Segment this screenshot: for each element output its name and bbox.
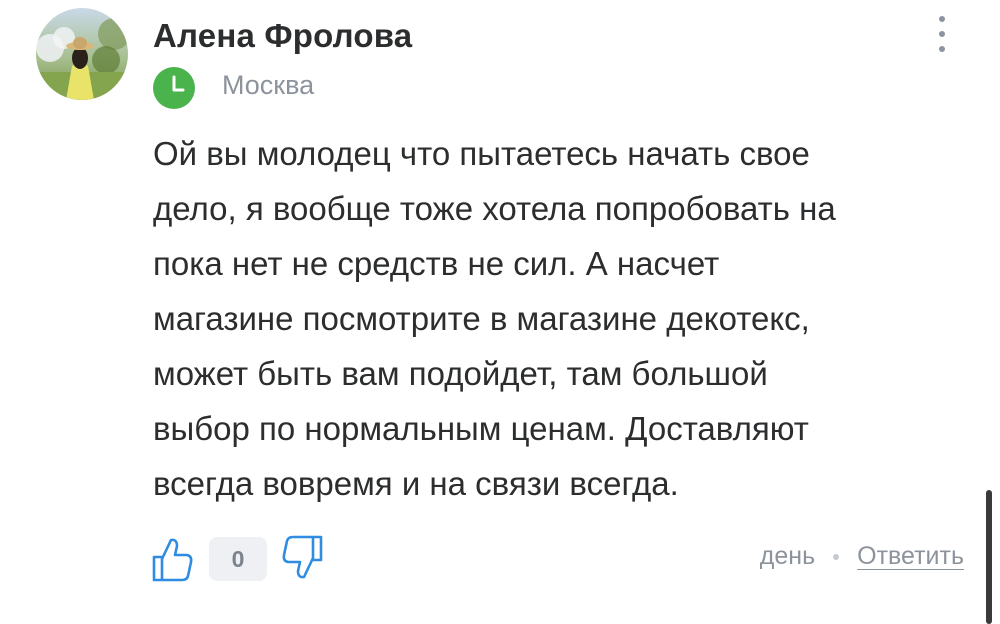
clock-icon: [153, 67, 195, 109]
author-name[interactable]: Алена Фролова: [153, 17, 412, 55]
more-options-button[interactable]: [928, 14, 956, 54]
thumbs-down-icon: [282, 535, 323, 579]
comment-line: всегда вовремя и на связи всегда.: [153, 465, 679, 502]
separator-dot: [833, 554, 840, 561]
comment-line: магазине посмотрите в магазине декотекс,: [153, 300, 810, 337]
more-dot-icon: [939, 31, 945, 37]
comment-line: дело, я вообще тоже хотела попробовать н…: [153, 190, 836, 227]
comment-line: может быть вам подойдет, там большой: [153, 355, 768, 392]
thumbs-up-icon: [152, 538, 193, 582]
likes-count: 0: [209, 537, 267, 581]
comment-text: Ой вы молодец что пытаетесь начать свое …: [153, 126, 953, 511]
scrollbar[interactable]: [986, 490, 992, 624]
comment-line: пока нет не средств не сил. А насчет: [153, 245, 720, 282]
comment-line: выбор по нормальным ценам. Доставляют: [153, 410, 809, 447]
location-text: Москва: [222, 70, 315, 100]
reply-button[interactable]: Ответить: [857, 542, 964, 570]
comment-line: Ой вы молодец что пытаетесь начать свое: [153, 135, 810, 172]
more-dot-icon: [939, 16, 945, 22]
comment-time: день: [759, 542, 816, 570]
avatar[interactable]: [36, 8, 128, 100]
like-button[interactable]: [150, 535, 194, 583]
dislike-button[interactable]: [281, 534, 325, 582]
comment: Алена Фролова Москва Ой вы молодец что п…: [0, 0, 1000, 624]
avatar-image: [36, 8, 128, 100]
comment-meta: день Ответить: [760, 542, 964, 571]
more-dot-icon: [939, 46, 945, 52]
